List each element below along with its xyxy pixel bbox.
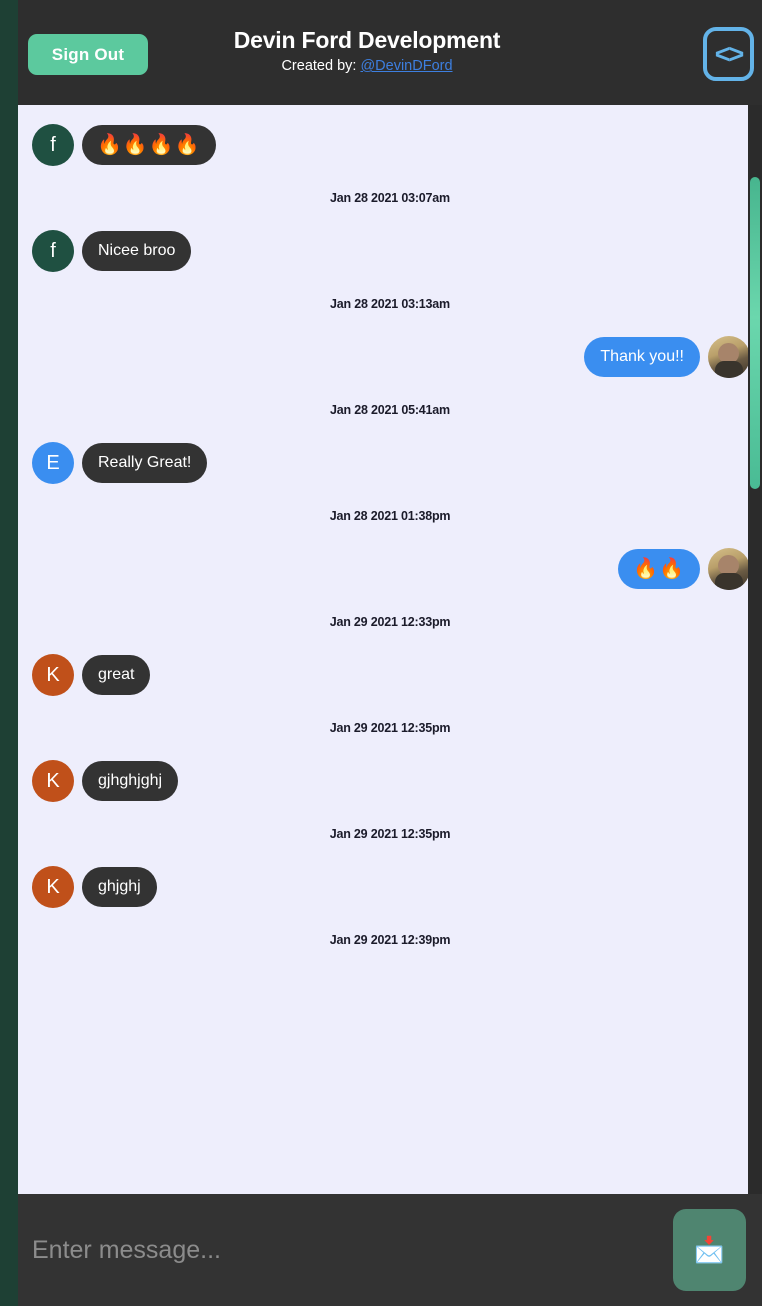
avatar-photo	[708, 548, 750, 590]
avatar-initial: f	[32, 124, 74, 166]
message-timestamp: Jan 29 2021 12:33pm	[329, 615, 451, 629]
message-row: Kgreat	[18, 651, 762, 699]
created-by-line: Created by: @DevinDFord	[18, 56, 716, 76]
message-composer: 📩	[18, 1194, 762, 1306]
app-header: Sign Out Devin Ford Development Created …	[18, 0, 762, 105]
message-row: f Nicee broo	[18, 227, 762, 275]
chat-app: Sign Out Devin Ford Development Created …	[18, 0, 762, 1306]
page-title: Devin Ford Development	[233, 27, 501, 53]
message-bubble: ghjghj	[82, 867, 157, 907]
message-timestamp: Jan 28 2021 01:38pm	[329, 509, 451, 523]
message-bubble: Thank you!!	[584, 337, 700, 377]
message-timestamp: Jan 28 2021 03:07am	[330, 191, 450, 205]
message-row: 🔥🔥	[18, 545, 762, 593]
message-bubble: Really Great!	[82, 443, 208, 483]
message-row: Thank you!!	[18, 333, 762, 381]
creator-handle-link[interactable]: @DevinDFord	[360, 58, 452, 74]
code-brackets-icon: <>	[703, 27, 754, 81]
message-bubble: great	[82, 655, 151, 695]
avatar-initial: K	[32, 760, 74, 802]
avatar-initial: f	[32, 230, 74, 272]
message-row: Kghjghj	[18, 863, 762, 911]
message-bubble: Nicee broo	[82, 231, 192, 271]
chat-scrollbar-thumb[interactable]	[750, 177, 760, 489]
message-row: Kgjhghjghj	[18, 757, 762, 805]
avatar-initial: K	[32, 654, 74, 696]
message-input[interactable]	[18, 1194, 762, 1306]
send-message-button[interactable]: 📩	[673, 1209, 746, 1291]
header-title-block: Devin Ford Development Created by: @Devi…	[18, 26, 762, 76]
message-bubble: gjhghjghj	[82, 761, 179, 801]
created-by-label: Created by:	[281, 58, 357, 74]
message-timestamp: Jan 29 2021 12:35pm	[329, 721, 451, 735]
message-bubble: 🔥🔥	[618, 549, 700, 589]
message-timestamp: Jan 28 2021 03:13am	[330, 297, 450, 311]
avatar-photo	[708, 336, 750, 378]
message-list: f 🔥🔥🔥🔥 Jan 28 2021 03:07am f Nicee broo Jan 2…	[18, 105, 762, 1194]
message-row: f 🔥🔥🔥🔥	[18, 121, 762, 169]
message-timestamp: Jan 28 2021 05:41am	[330, 403, 450, 417]
avatar-initial: K	[32, 866, 74, 908]
envelope-icon: 📩	[693, 1235, 726, 1264]
chat-scroll-region[interactable]: f 🔥🔥🔥🔥 Jan 28 2021 03:07am f Nicee broo Jan 2…	[18, 105, 762, 1194]
message-bubble: 🔥🔥🔥🔥	[82, 125, 216, 165]
message-timestamp: Jan 29 2021 12:39pm	[329, 933, 451, 947]
message-row: E Really Great!	[18, 439, 762, 487]
chat-scrollbar-track[interactable]	[748, 105, 762, 1194]
message-timestamp: Jan 29 2021 12:35pm	[329, 827, 451, 841]
avatar-initial: E	[32, 442, 74, 484]
